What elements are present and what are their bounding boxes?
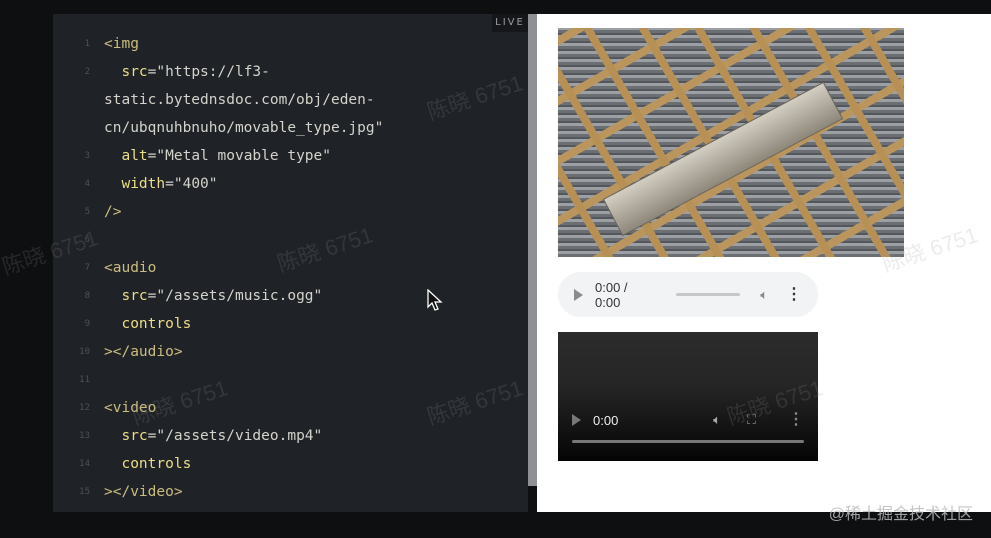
volume-icon[interactable]: 🔈︎ bbox=[713, 412, 721, 428]
code-token-str bbox=[104, 64, 121, 80]
code-line[interactable]: 13 src="/assets/video.mp4" bbox=[53, 422, 528, 450]
line-number: 12 bbox=[79, 403, 90, 413]
line-number: 1 bbox=[84, 39, 90, 49]
code-line[interactable]: 6 bbox=[53, 226, 528, 254]
live-badge: LIVE bbox=[492, 14, 528, 32]
code-lines[interactable]: 1 <img 2 src="https://lf3- static.bytednsdo… bbox=[53, 30, 528, 506]
volume-icon[interactable]: 🔈︎ bbox=[760, 287, 768, 303]
movable-type-image bbox=[558, 28, 904, 257]
code-token-tag: <audio bbox=[104, 260, 157, 276]
code-token-str bbox=[104, 288, 121, 304]
code-token-str: ="Metal movable type" bbox=[147, 148, 331, 164]
line-number: 8 bbox=[84, 291, 90, 301]
code-token-str: ="/assets/video.mp4" bbox=[147, 428, 323, 444]
code-line[interactable]: 1 <img bbox=[53, 30, 528, 58]
live-preview: 0:00 / 0:00 🔈︎ ⋮ 0:00 🔈︎ ⛶ ⋮ bbox=[537, 14, 991, 512]
line-text: src="/assets/video.mp4" bbox=[104, 422, 322, 450]
code-token-attr: controls bbox=[121, 316, 192, 332]
code-token-str: cn/ubqnuhbnuho/movable_type.jpg" bbox=[104, 120, 384, 136]
code-token-str bbox=[104, 456, 121, 472]
line-text: <img bbox=[104, 30, 139, 58]
code-token-str: ="400" bbox=[165, 176, 218, 192]
fullscreen-icon[interactable]: ⛶ bbox=[747, 412, 756, 428]
code-token-tag: ></video> bbox=[104, 484, 183, 500]
code-line[interactable]: 2 src="https://lf3- bbox=[53, 58, 528, 86]
more-options-icon[interactable]: ⋮ bbox=[786, 286, 802, 303]
line-number: 2 bbox=[84, 67, 90, 77]
line-text: controls bbox=[104, 310, 191, 338]
line-text: static.bytednsdoc.com/obj/eden- bbox=[104, 86, 375, 114]
line-text: ></video> bbox=[104, 478, 183, 506]
footer-credit: @稀土掘金技术社区 bbox=[828, 506, 973, 523]
editor-scrollbar[interactable] bbox=[528, 14, 537, 486]
line-text: <video bbox=[104, 394, 156, 422]
video-player[interactable]: 0:00 🔈︎ ⛶ ⋮ bbox=[558, 332, 818, 461]
play-icon[interactable] bbox=[574, 288, 583, 301]
play-icon[interactable] bbox=[572, 414, 581, 426]
code-token-str: ="/assets/music.ogg" bbox=[147, 288, 323, 304]
line-number: 10 bbox=[79, 347, 90, 357]
code-token-attr: alt bbox=[121, 148, 148, 164]
line-number: 3 bbox=[84, 151, 90, 161]
code-line[interactable]: 11 bbox=[53, 366, 528, 394]
code-token-str: ="https://lf3- bbox=[147, 64, 270, 80]
code-token-str bbox=[104, 176, 121, 192]
code-line[interactable]: 8 src="/assets/music.ogg" bbox=[53, 282, 528, 310]
line-number: 9 bbox=[84, 319, 90, 329]
audio-time: 0:00 / 0:00 bbox=[595, 279, 628, 310]
line-number: 13 bbox=[79, 431, 90, 441]
line-text: controls bbox=[104, 450, 191, 478]
code-line[interactable]: 12 <video bbox=[53, 394, 528, 422]
line-text: cn/ubqnuhbnuho/movable_type.jpg" bbox=[104, 114, 383, 142]
line-number: 7 bbox=[84, 263, 90, 273]
code-line[interactable]: 3 alt="Metal movable type" bbox=[53, 142, 528, 170]
line-text: width="400" bbox=[104, 170, 218, 198]
line-number bbox=[53, 114, 104, 142]
code-token-attr: src bbox=[121, 428, 148, 444]
code-token-str bbox=[104, 148, 121, 164]
code-editor[interactable]: 1 <img 2 src="https://lf3- static.bytednsdo… bbox=[53, 14, 528, 512]
code-line[interactable]: 15 ></video> bbox=[53, 478, 528, 506]
audio-progress-slider[interactable] bbox=[676, 293, 741, 296]
code-line[interactable]: 10 ></audio> bbox=[53, 338, 528, 366]
line-number: 14 bbox=[79, 459, 90, 469]
line-text: ></audio> bbox=[104, 338, 183, 366]
line-text: /> bbox=[104, 198, 121, 226]
line-number: 5 bbox=[84, 207, 90, 217]
code-line[interactable]: 7 <audio bbox=[53, 254, 528, 282]
line-number: 11 bbox=[79, 375, 90, 385]
line-text: alt="Metal movable type" bbox=[104, 142, 331, 170]
video-progress-slider[interactable] bbox=[572, 440, 804, 443]
code-token-attr: src bbox=[121, 64, 148, 80]
line-text: src="/assets/music.ogg" bbox=[104, 282, 322, 310]
audio-player[interactable]: 0:00 / 0:00 🔈︎ ⋮ bbox=[558, 272, 818, 317]
code-line[interactable]: 4 width="400" bbox=[53, 170, 528, 198]
code-token-attr: src bbox=[121, 288, 148, 304]
code-token-tag: <video bbox=[104, 400, 157, 416]
mouse-cursor-icon bbox=[427, 289, 443, 311]
code-token-tag: <img bbox=[104, 36, 139, 52]
code-line[interactable]: 14 controls bbox=[53, 450, 528, 478]
code-token-tag: /> bbox=[104, 204, 122, 220]
code-line[interactable]: cn/ubqnuhbnuho/movable_type.jpg" bbox=[53, 114, 528, 142]
more-options-icon[interactable]: ⋮ bbox=[788, 412, 804, 428]
line-text: <audio bbox=[104, 254, 156, 282]
code-line[interactable]: static.bytednsdoc.com/obj/eden- bbox=[53, 86, 528, 114]
line-number: 6 bbox=[84, 235, 90, 245]
code-token-str bbox=[104, 316, 121, 332]
code-line[interactable]: 9 controls bbox=[53, 310, 528, 338]
video-time: 0:00 bbox=[593, 412, 619, 428]
line-number: 15 bbox=[79, 487, 90, 497]
line-text: src="https://lf3- bbox=[104, 58, 270, 86]
code-token-str: static.bytednsdoc.com/obj/eden- bbox=[104, 92, 375, 108]
code-token-str bbox=[104, 428, 121, 444]
code-line[interactable]: 5 /> bbox=[53, 198, 528, 226]
code-token-tag: ></audio> bbox=[104, 344, 183, 360]
line-number bbox=[53, 86, 104, 114]
code-token-attr: width bbox=[121, 176, 166, 192]
code-token-attr: controls bbox=[121, 456, 192, 472]
line-number: 4 bbox=[84, 179, 90, 189]
